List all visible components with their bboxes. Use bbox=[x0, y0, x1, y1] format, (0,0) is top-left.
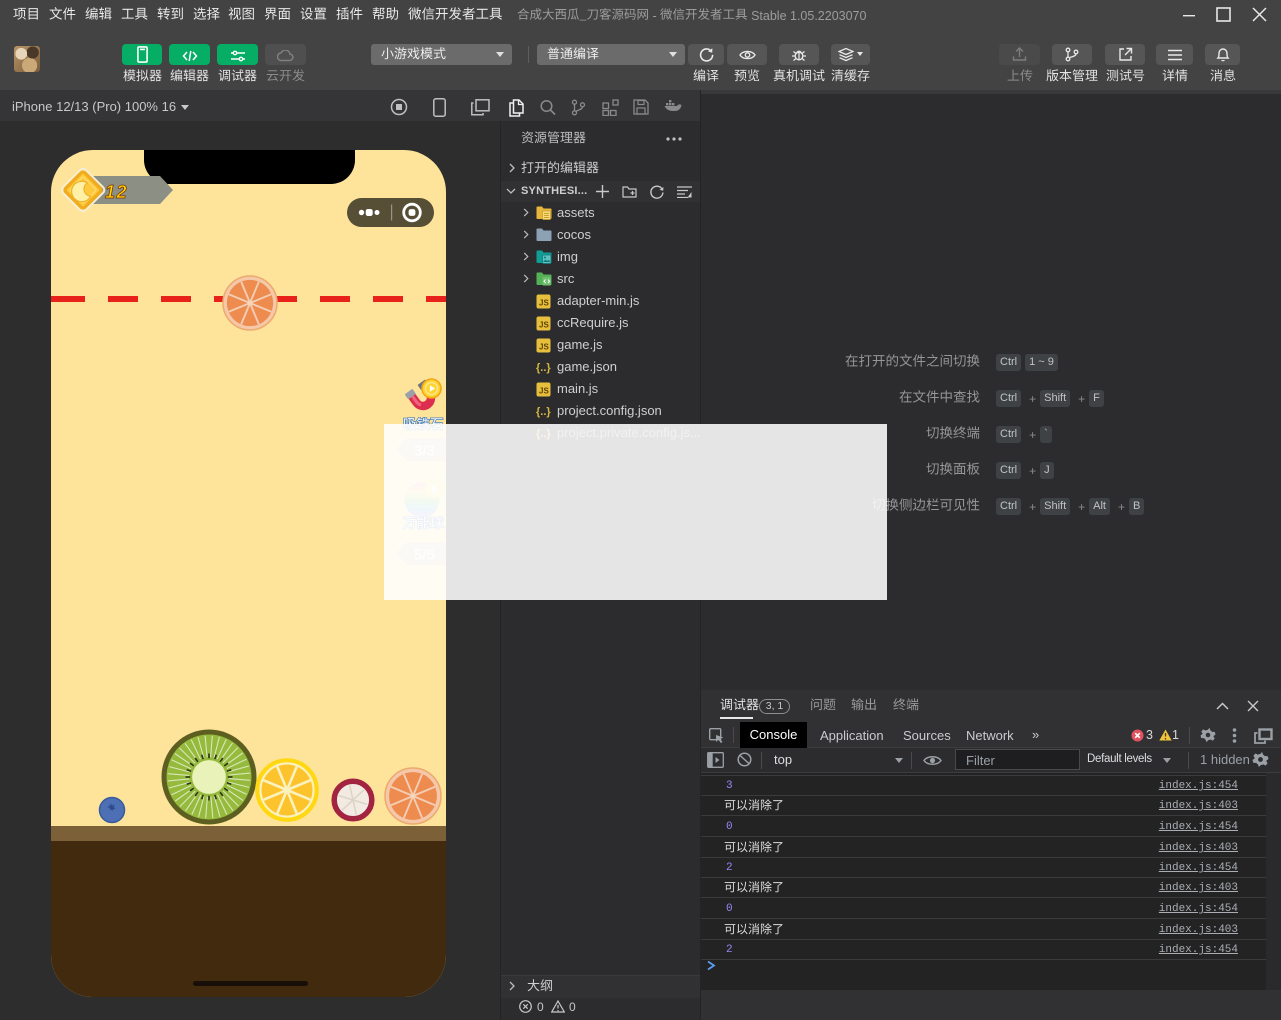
svg-text:JS: JS bbox=[539, 321, 549, 330]
svg-text:JS: JS bbox=[539, 343, 549, 352]
svg-text:JS: JS bbox=[539, 387, 549, 396]
svg-text:{..}: {..} bbox=[536, 362, 551, 374]
svg-text:12: 12 bbox=[105, 182, 128, 202]
svg-text:{..}: {..} bbox=[536, 406, 551, 418]
svg-text:JS: JS bbox=[539, 299, 549, 308]
